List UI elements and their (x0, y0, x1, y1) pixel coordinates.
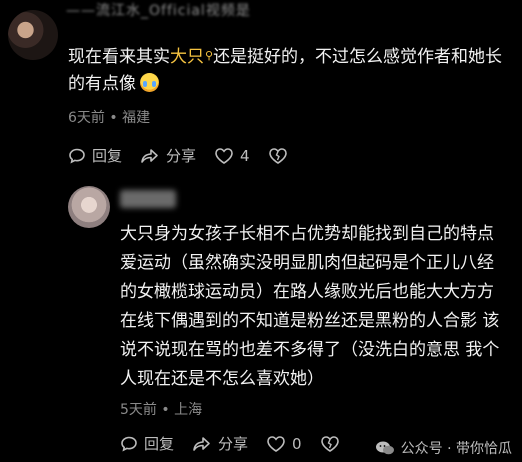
comment-line: 在线下偶遇到的不知道是粉丝还是黑粉的人合影 该 (120, 311, 500, 331)
share-label: 分享 (218, 435, 249, 453)
comment-text: 现在看来其实大只⚲还是挺好的，不过怎么感觉作者和她长 的有点像 (68, 44, 502, 98)
watermark: 公众号 · 带你恰瓜 (375, 438, 512, 458)
action-bar: 回复 分享 4 (68, 145, 288, 166)
time-location: 5天前 • 上海 (120, 402, 203, 418)
like-button[interactable]: 0 (266, 435, 302, 453)
comment-line: 的女橄榄球运动员）在路人缘败光后也能大大方方 (120, 282, 494, 302)
share-button[interactable]: 分享 (192, 433, 248, 454)
comment-text-part: 的有点像 (68, 74, 136, 94)
action-bar: 回复 分享 0 (120, 433, 340, 454)
comment-line: 大只身为女孩子长相不占优势却能找到自己的特点 (120, 224, 494, 244)
reply-label: 回复 (144, 435, 175, 453)
share-arrow-icon (192, 435, 212, 453)
like-button[interactable]: 4 (214, 147, 250, 165)
broken-heart-icon (268, 147, 288, 165)
avatar[interactable] (8, 10, 58, 60)
comment-text-part: 还是挺好的，不过怎么感觉作者和她长 (213, 47, 503, 67)
comment-text-part: 现在看来其实 (68, 47, 170, 67)
avatar[interactable] (68, 186, 110, 228)
comment-line: 爱运动（虽然确实没明显肌肉但起码是个正儿八经 (120, 253, 494, 273)
comment-line: 人现在还是不怎么喜欢她） (120, 369, 324, 389)
dislike-button[interactable] (268, 147, 288, 165)
share-button[interactable]: 分享 (140, 145, 196, 166)
heart-icon (266, 435, 286, 453)
dislike-button[interactable] (320, 435, 340, 453)
comment-line: 说不说现在骂的也差不多得了（没洗白的意思 我个 (120, 340, 500, 360)
watermark-text: 公众号 · 带你恰瓜 (400, 441, 512, 457)
heart-icon (214, 147, 234, 165)
reply-button[interactable]: 回复 (120, 433, 174, 454)
comment-bubble-icon (68, 147, 86, 165)
comment-bubble-icon (120, 435, 138, 453)
share-label: 分享 (166, 147, 197, 165)
username[interactable] (120, 190, 176, 208)
search-icon[interactable]: ⚲ (205, 42, 213, 69)
highlight-keyword-link[interactable]: 大只 (170, 47, 204, 67)
share-arrow-icon (140, 147, 160, 165)
like-count: 0 (292, 434, 302, 453)
reply-button[interactable]: 回复 (68, 145, 122, 166)
username[interactable]: ——流江水_Official视频是 (66, 2, 296, 30)
broken-heart-icon (320, 435, 340, 453)
comment-text: 大只身为女孩子长相不占优势却能找到自己的特点 爱运动（虽然确实没明显肌肉但起码是… (120, 220, 499, 394)
reply-label: 回复 (92, 147, 123, 165)
crying-emoji-icon (140, 73, 159, 92)
wechat-icon (375, 440, 395, 456)
like-count: 4 (240, 146, 250, 165)
time-location: 6天前 • 福建 (68, 110, 151, 126)
